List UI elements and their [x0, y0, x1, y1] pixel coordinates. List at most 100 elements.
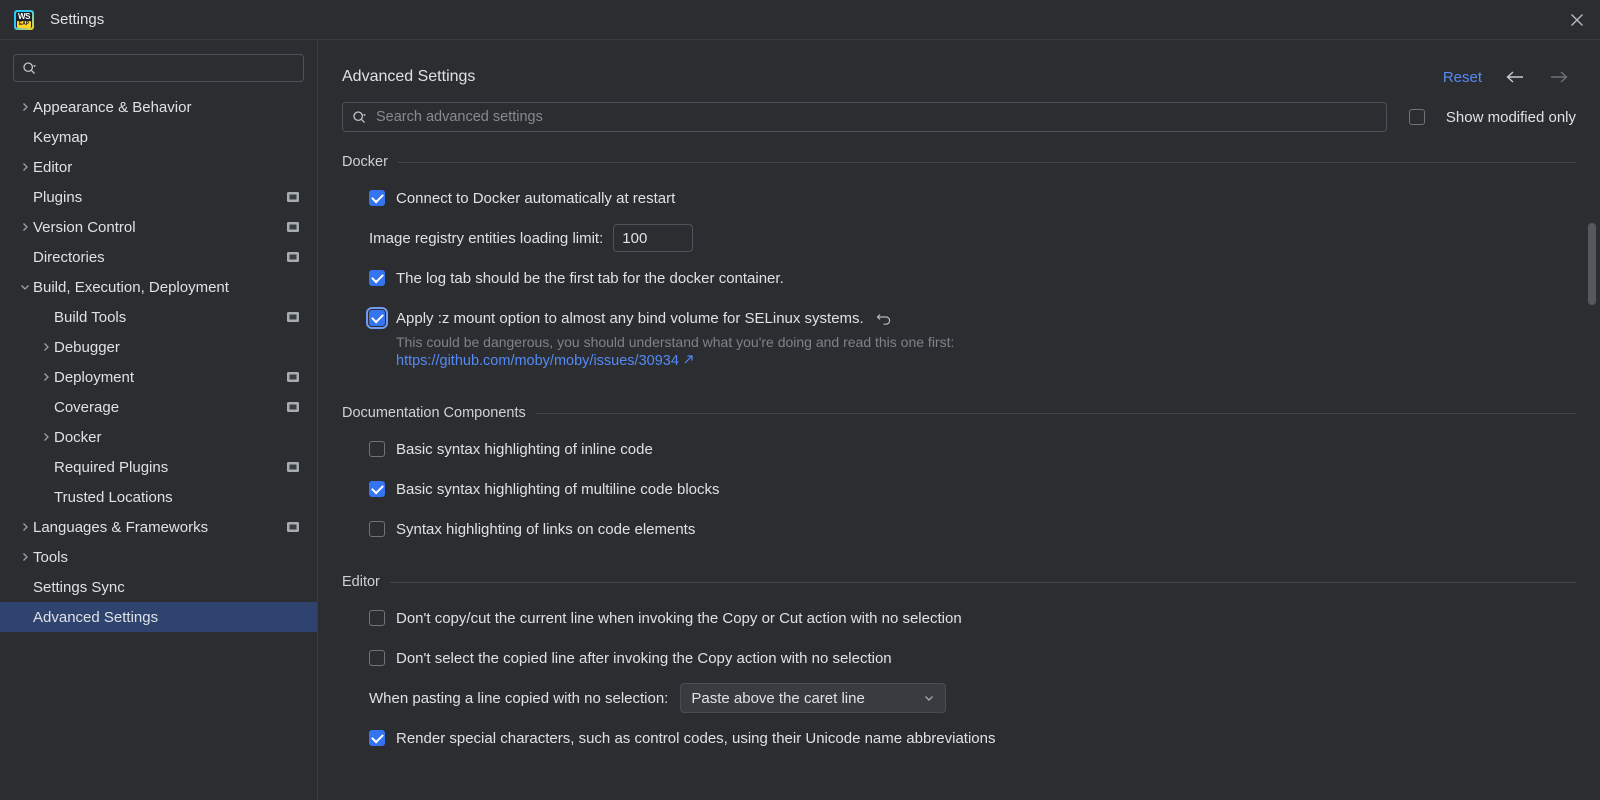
setting-external-link[interactable]: https://github.com/moby/moby/issues/3093…: [396, 353, 694, 369]
sidebar-item-label: Tools: [33, 549, 68, 566]
sidebar-item-settings-sync[interactable]: Settings Sync: [0, 572, 317, 602]
setting-label: When pasting a line copied with no selec…: [369, 690, 668, 707]
sidebar-item-keymap[interactable]: Keymap: [0, 122, 317, 152]
sidebar-item-deployment[interactable]: Deployment: [0, 362, 317, 392]
setting-label: Don't select the copied line after invok…: [396, 650, 892, 667]
main-panel: Advanced Settings Reset: [318, 40, 1600, 800]
setting-description: This could be dangerous, you should unde…: [396, 334, 1576, 350]
sidebar-item-directories[interactable]: Directories: [0, 242, 317, 272]
sidebar-item-debugger[interactable]: Debugger: [0, 332, 317, 362]
sidebar-item-label: Editor: [33, 159, 72, 176]
chevron-right-icon[interactable]: [38, 432, 54, 442]
chevron-right-icon[interactable]: [38, 342, 54, 352]
sidebar-item-tools[interactable]: Tools: [0, 542, 317, 572]
image-registry-limit-input[interactable]: 100: [613, 224, 693, 252]
checkbox-don-t-copy-cut-the-current-line-when-invok[interactable]: [369, 610, 385, 626]
group-header: Docker: [342, 154, 1576, 170]
close-icon[interactable]: [1554, 0, 1600, 40]
content-scrollbar[interactable]: [1588, 200, 1596, 800]
reset-button[interactable]: Reset: [1443, 69, 1482, 86]
settings-content: Docker Connect to Docker automatically at…: [318, 132, 1600, 753]
checkbox-don-t-select-the-copied-line-after-invokin[interactable]: [369, 650, 385, 666]
project-level-icon: [287, 462, 299, 472]
group-title: Editor: [342, 574, 380, 590]
arrow-right-icon[interactable]: [1548, 69, 1570, 85]
sidebar-item-label: Deployment: [54, 369, 134, 386]
link-text: https://github.com/moby/moby/issues/3093…: [396, 353, 679, 369]
checkbox-render-special-characters-such-as-control-[interactable]: [369, 730, 385, 746]
project-level-icon: [287, 252, 299, 262]
chevron-down-icon[interactable]: [17, 282, 33, 292]
sidebar-item-advanced-settings[interactable]: Advanced Settings: [0, 602, 317, 632]
search-icon: [22, 61, 37, 76]
checkbox-box[interactable]: [1409, 109, 1425, 125]
sidebar-item-label: Plugins: [33, 189, 82, 206]
sidebar-item-version-control[interactable]: Version Control: [0, 212, 317, 242]
setting-label: Basic syntax highlighting of multiline c…: [396, 481, 720, 498]
sidebar-item-label: Directories: [33, 249, 105, 266]
search-icon: [352, 110, 367, 125]
checkbox-apply-z-mount-option-to-almost-any-bind-vo[interactable]: [369, 310, 385, 326]
search-advanced-settings-input[interactable]: Search advanced settings: [342, 102, 1387, 132]
chevron-right-icon[interactable]: [38, 372, 54, 382]
scrollbar-thumb[interactable]: [1588, 223, 1596, 305]
setting-row-checkbox: Don't copy/cut the current line when inv…: [369, 603, 1576, 633]
sidebar-item-editor[interactable]: Editor: [0, 152, 317, 182]
window-title: Settings: [50, 11, 104, 28]
sidebar-item-required-plugins[interactable]: Required Plugins: [0, 452, 317, 482]
checkbox-connect-to-docker-automatically-at-restart[interactable]: [369, 190, 385, 206]
arrow-left-icon[interactable]: [1504, 69, 1526, 85]
setting-row-checkbox: Render special characters, such as contr…: [369, 723, 1576, 753]
setting-row-field: Image registry entities loading limit:10…: [369, 223, 1576, 253]
sidebar-item-label: Required Plugins: [54, 459, 168, 476]
sidebar-item-build-execution-deployment[interactable]: Build, Execution, Deployment: [0, 272, 317, 302]
sidebar-item-label: Trusted Locations: [54, 489, 173, 506]
revert-icon[interactable]: [876, 311, 893, 326]
sidebar-item-languages-frameworks[interactable]: Languages & Frameworks: [0, 512, 317, 542]
sidebar-item-trusted-locations[interactable]: Trusted Locations: [0, 482, 317, 512]
checkbox-basic-syntax-highlighting-of-inline-code[interactable]: [369, 441, 385, 457]
sidebar-item-docker[interactable]: Docker: [0, 422, 317, 452]
title-bar: WS EAP Settings: [0, 0, 1600, 40]
setting-row-checkbox: Apply :z mount option to almost any bind…: [369, 303, 1576, 333]
settings-group: Editor Don't copy/cut the current line wh…: [342, 574, 1576, 753]
setting-row-checkbox: Connect to Docker automatically at resta…: [369, 183, 1576, 213]
setting-label: Basic syntax highlighting of inline code: [396, 441, 653, 458]
chevron-right-icon[interactable]: [17, 522, 33, 532]
sidebar-item-label: Languages & Frameworks: [33, 519, 208, 536]
sidebar-item-build-tools[interactable]: Build Tools: [0, 302, 317, 332]
chevron-right-icon[interactable]: [17, 222, 33, 232]
settings-sidebar: Appearance & BehaviorKeymap Editor Plugins…: [0, 40, 318, 800]
group-divider: [536, 413, 1576, 414]
project-level-icon: [287, 312, 299, 322]
setting-row-checkbox: Basic syntax highlighting of inline code: [369, 434, 1576, 464]
sidebar-item-label: Debugger: [54, 339, 120, 356]
sidebar-item-coverage[interactable]: Coverage: [0, 392, 317, 422]
checkbox-basic-syntax-highlighting-of-multiline-cod[interactable]: [369, 481, 385, 497]
dropdown-value: Paste above the caret line: [691, 690, 864, 707]
group-divider: [390, 582, 1576, 583]
sidebar-item-appearance-behavior[interactable]: Appearance & Behavior: [0, 92, 317, 122]
sidebar-item-label: Coverage: [54, 399, 119, 416]
setting-row-combo: When pasting a line copied with no selec…: [369, 683, 1576, 713]
show-modified-only-label: Show modified only: [1446, 109, 1576, 126]
chevron-right-icon[interactable]: [17, 552, 33, 562]
setting-label: The log tab should be the first tab for …: [396, 270, 784, 287]
search-placeholder: Search advanced settings: [376, 109, 543, 125]
checkbox-the-log-tab-should-be-the-first-tab-for-th[interactable]: [369, 270, 385, 286]
chevron-right-icon[interactable]: [17, 162, 33, 172]
show-modified-only-checkbox[interactable]: Show modified only: [1409, 109, 1576, 126]
setting-row-checkbox: Syntax highlighting of links on code ele…: [369, 514, 1576, 544]
settings-group: Documentation ComponentsBasic syntax hig…: [342, 405, 1576, 544]
project-level-icon: [287, 192, 299, 202]
page-title: Advanced Settings: [342, 68, 475, 86]
chevron-down-icon[interactable]: [923, 692, 935, 704]
sidebar-item-plugins[interactable]: Plugins: [0, 182, 317, 212]
sidebar-search-input[interactable]: [13, 54, 304, 82]
chevron-right-icon[interactable]: [17, 102, 33, 112]
checkbox-syntax-highlighting-of-links-on-code-eleme[interactable]: [369, 521, 385, 537]
main-header: Advanced Settings Reset: [318, 40, 1600, 92]
paste-behavior-dropdown[interactable]: Paste above the caret line: [680, 683, 946, 713]
webstorm-eap-icon: WS EAP: [14, 10, 34, 30]
sidebar-item-label: Build Tools: [54, 309, 126, 326]
